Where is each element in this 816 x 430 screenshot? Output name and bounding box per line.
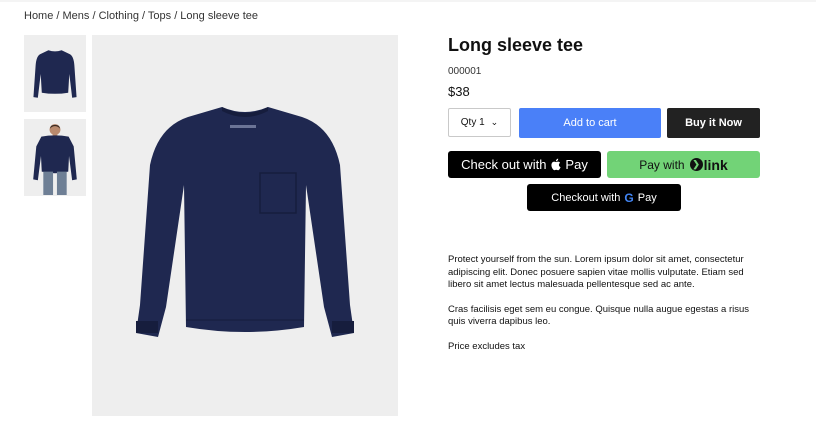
product-price: $38	[448, 84, 470, 99]
long-sleeve-shirt-image	[136, 107, 354, 337]
apple-icon	[551, 158, 561, 171]
apple-pay-brand: Pay	[565, 157, 588, 172]
quantity-select[interactable]: Qty 1 ⌄	[448, 108, 511, 137]
description-paragraph: Cras facilisis eget sem eu congue. Quisq…	[448, 303, 750, 328]
description-paragraph: Protect yourself from the sun. Lorem ips…	[448, 254, 744, 290]
gpay-brand: Pay	[637, 191, 657, 204]
product-sku: 000001	[448, 66, 482, 77]
apple-pay-button[interactable]: Check out with Pay	[448, 151, 601, 178]
link-brand-label: link	[703, 156, 728, 173]
tax-note: Price excludes tax	[448, 340, 526, 352]
thumbnail-front[interactable]	[24, 35, 86, 112]
product-description: Protect yourself from the sun. Lorem ips…	[448, 254, 758, 365]
product-title: Long sleeve tee	[448, 35, 584, 55]
quantity-label: Qty 1	[460, 117, 485, 128]
google-pay-button[interactable]: Checkout with G Pay	[527, 184, 681, 211]
add-to-cart-button[interactable]: Add to cart	[519, 108, 661, 138]
buy-now-button[interactable]: Buy it Now	[667, 108, 760, 138]
shirt-front-thumb-image	[33, 49, 77, 98]
google-g-icon: G	[624, 190, 634, 205]
apple-pay-prefix: Check out with	[461, 157, 547, 172]
pay-with-link-button[interactable]: Pay with ❯ link	[607, 151, 760, 178]
model-back-thumb-image	[33, 123, 77, 195]
main-product-image[interactable]	[92, 35, 398, 416]
top-divider	[0, 0, 816, 2]
chevron-down-icon: ⌄	[490, 117, 499, 127]
thumbnail-back-model[interactable]	[24, 119, 86, 196]
breadcrumb: Home / Mens / Clothing / Tops / Long sle…	[24, 10, 258, 22]
link-logo-icon: ❯	[689, 158, 703, 171]
gpay-prefix: Checkout with	[551, 191, 621, 204]
link-pay-prefix: Pay with	[639, 157, 685, 172]
